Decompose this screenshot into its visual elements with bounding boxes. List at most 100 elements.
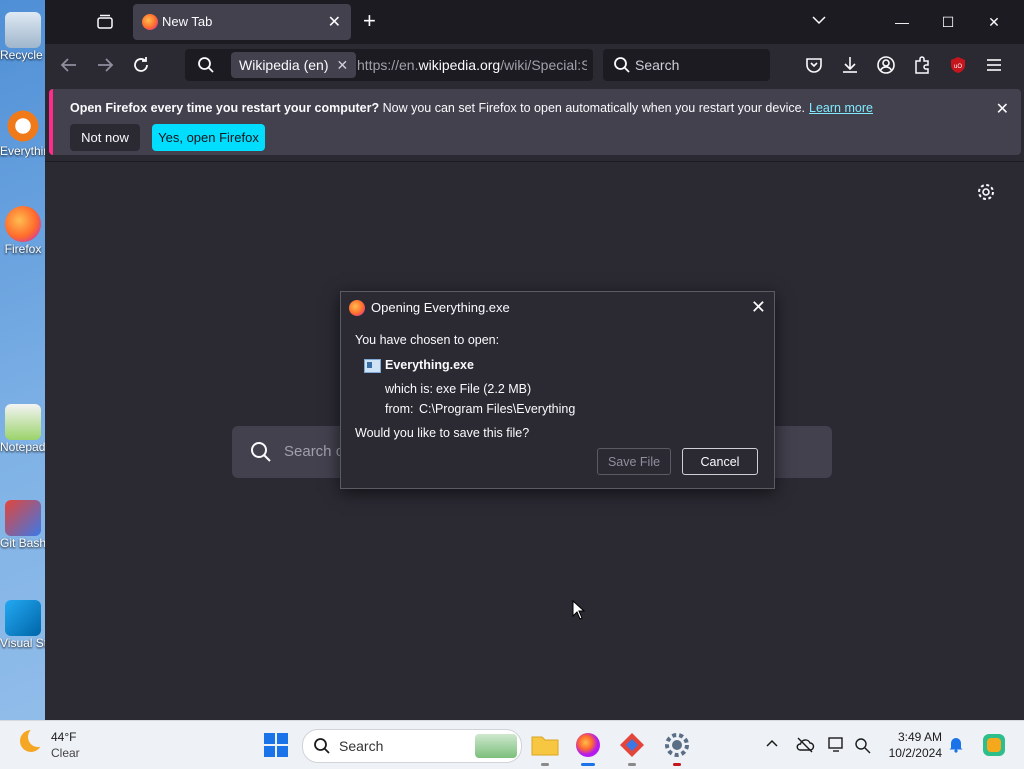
search-bar-placeholder: Search [635, 57, 680, 73]
clock-date[interactable]: 10/2/2024 [880, 746, 942, 760]
search-highlight-image [475, 734, 517, 758]
which-is-label: which is: [385, 382, 433, 396]
firefox-icon [5, 206, 41, 242]
minimize-button[interactable]: — [879, 8, 925, 36]
running-indicator [541, 763, 549, 766]
desktop-icon-firefox[interactable]: Firefox [0, 206, 46, 256]
cancel-button[interactable]: Cancel [682, 448, 758, 475]
reload-icon [134, 57, 148, 72]
close-window-button[interactable]: ✕ [971, 8, 1017, 36]
ublock-origin-button[interactable]: uO [948, 55, 968, 75]
onedrive-tray-button[interactable] [795, 735, 815, 755]
not-now-button[interactable]: Not now [70, 124, 140, 151]
close-notification-icon[interactable]: ✕ [996, 99, 1009, 119]
back-arrow-icon [60, 58, 76, 72]
notifications-button[interactable] [947, 735, 967, 755]
tab-list-button[interactable] [95, 12, 115, 32]
chevron-up-icon [766, 739, 778, 747]
downloads-button[interactable] [840, 55, 860, 75]
windows-logo-pane [277, 733, 288, 744]
cloud-offline-icon [796, 737, 815, 753]
firefox-icon [349, 300, 365, 316]
notification-bold-text: Open Firefox every time you restart your… [70, 101, 380, 115]
weather-condition[interactable]: Clear [51, 746, 80, 760]
desktop-icon-label: Everything [0, 144, 46, 158]
plus-icon: + [363, 8, 376, 33]
learn-more-link[interactable]: Learn more [809, 101, 873, 115]
extensions-button[interactable] [912, 55, 932, 75]
list-all-tabs-button[interactable] [811, 12, 827, 31]
pocket-button[interactable] [804, 55, 824, 75]
running-indicator [673, 763, 681, 766]
url-input[interactable]: https://en.wikipedia.org/wiki/Special:S [357, 57, 587, 73]
bell-icon [949, 738, 963, 753]
tab-list-icon [97, 14, 113, 29]
remove-engine-icon[interactable]: ✕ [336, 57, 348, 73]
new-tab-button[interactable]: + [363, 9, 376, 33]
taskbar-firefox[interactable] [572, 729, 604, 766]
save-file-button[interactable]: Save File [597, 448, 671, 475]
monitor-icon [828, 737, 843, 752]
vscode-icon [5, 600, 41, 636]
personalize-new-tab-button[interactable] [976, 182, 996, 205]
gear-icon [978, 184, 994, 200]
taskbar-settings[interactable] [661, 729, 693, 766]
search-icon [198, 57, 214, 73]
notepadpp-icon [5, 404, 41, 440]
moon-weather-icon[interactable] [20, 727, 48, 752]
pocket-icon [806, 58, 822, 73]
ublock-icon: uO [951, 57, 965, 73]
mouse-cursor-icon [572, 600, 586, 620]
svg-text:uO: uO [954, 64, 962, 70]
app-menu-button[interactable] [984, 55, 1004, 75]
start-button[interactable] [264, 733, 288, 757]
windows-logo-pane [277, 746, 288, 757]
account-button[interactable] [876, 55, 896, 75]
network-tray-button[interactable] [853, 735, 873, 755]
file-name: Everything.exe [385, 358, 474, 372]
file-source-value: C:\Program Files\Everything [419, 402, 576, 416]
git-bash-icon [620, 733, 644, 757]
account-icon [877, 56, 895, 74]
exe-file-icon [364, 359, 381, 373]
search-engine-chip[interactable]: Wikipedia (en) ✕ [231, 52, 357, 78]
nav-bar: Wikipedia (en) ✕ https://en.wikipedia.org… [45, 44, 1024, 86]
tab-new-tab[interactable]: New Tab ✕ [133, 4, 351, 40]
firefox-icon [142, 14, 158, 30]
windows-logo-pane [264, 733, 275, 744]
desktop-icon-label: Notepad++ [0, 440, 46, 454]
back-button[interactable] [57, 53, 81, 77]
desktop-icon-recycle-bin[interactable]: Recycle Bin [0, 12, 46, 62]
close-dialog-icon[interactable]: ✕ [751, 297, 766, 318]
reload-button[interactable] [129, 53, 153, 77]
url-domain: wikipedia.org [418, 57, 501, 73]
desktop-icon-label: Firefox [4, 242, 42, 256]
desktop-icon-vscode[interactable]: Visual Studio Code [0, 600, 46, 650]
search-engine-label: Wikipedia (en) [239, 57, 329, 73]
yes-open-firefox-button[interactable]: Yes, open Firefox [152, 124, 265, 151]
url-bar[interactable]: Wikipedia (en) ✕ https://en.wikipedia.org… [185, 49, 593, 81]
display-tray-button[interactable] [827, 735, 847, 755]
chosen-to-open-text: You have chosen to open: [355, 333, 500, 347]
clock-time[interactable]: 3:49 AM [890, 730, 942, 744]
weather-temperature[interactable]: 44°F [51, 730, 76, 744]
search-bar[interactable]: Search [603, 49, 770, 81]
git-bash-icon [5, 500, 41, 536]
desktop-icon-notepadpp[interactable]: Notepad++ [0, 404, 46, 454]
copilot-button[interactable] [981, 732, 1007, 758]
taskbar-file-explorer[interactable] [529, 729, 561, 766]
close-tab-icon[interactable]: ✕ [328, 12, 341, 32]
search-icon [251, 442, 271, 462]
show-hidden-icons-button[interactable] [764, 735, 784, 755]
maximize-icon: ☐ [941, 14, 955, 30]
taskbar-search-box[interactable]: Search [302, 729, 522, 763]
maximize-button[interactable]: ☐ [925, 8, 971, 36]
firefox-icon [576, 733, 600, 757]
taskbar: 44°F Clear Search 3:49 AM 10/2/2024 [0, 720, 1024, 769]
download-icon [843, 57, 857, 73]
desktop-icon-everything[interactable]: Everything [0, 108, 46, 158]
minimize-icon: — [895, 14, 909, 30]
taskbar-git-bash[interactable] [616, 729, 648, 766]
forward-button[interactable] [93, 53, 117, 77]
desktop-icon-git-bash[interactable]: Git Bash [0, 500, 46, 550]
